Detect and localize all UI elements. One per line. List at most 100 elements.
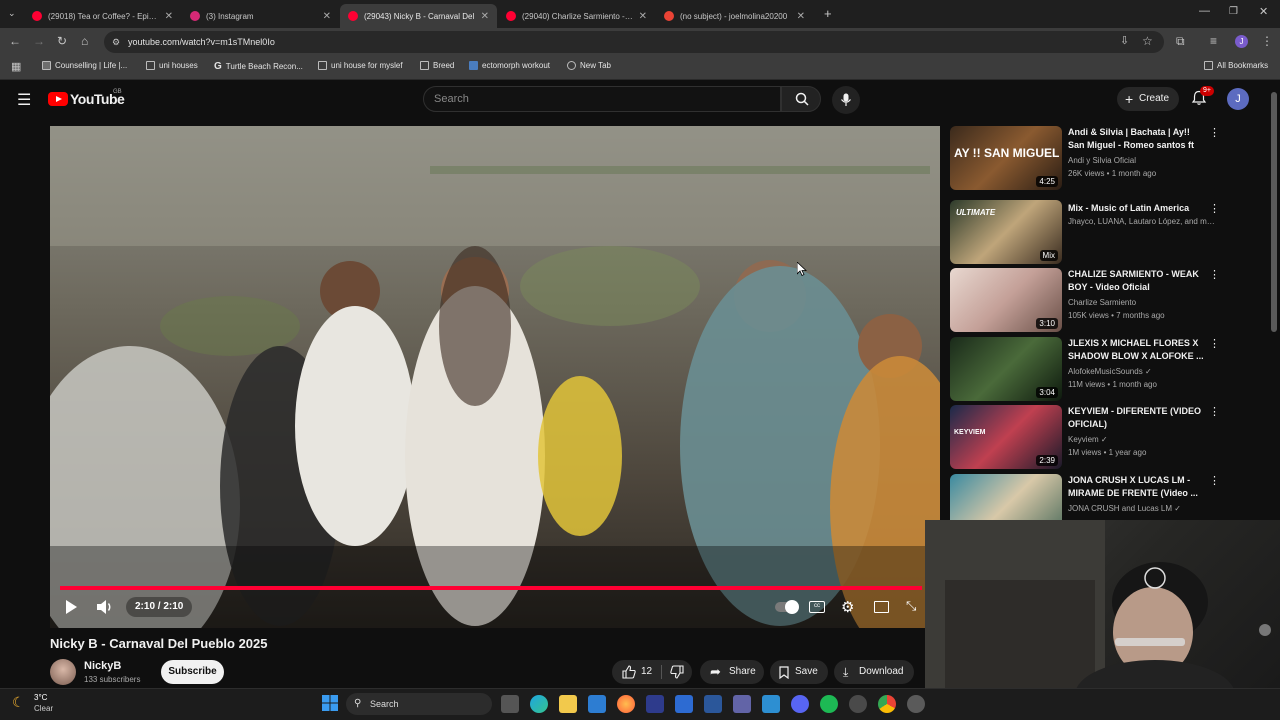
bookmark-folder[interactable]: uni houses: [146, 61, 198, 70]
address-bar[interactable]: ⚙ youtube.com/watch?v=m1sTMnel0Io: [104, 31, 1164, 53]
page-scrollbar[interactable]: [1271, 92, 1277, 332]
taskbar-search[interactable]: ⚲ Search: [346, 693, 492, 715]
recommendation-item[interactable]: JONA CRUSH X LUCAS LM - MIRAME DE FRENTE…: [950, 474, 1280, 520]
recommendation-channel[interactable]: Charlize Sarmiento: [1068, 298, 1218, 307]
remote-desktop-icon[interactable]: [762, 695, 780, 713]
video-thumbnail[interactable]: KEYVIEM 2:39: [950, 405, 1062, 469]
video-thumbnail[interactable]: AY !! SAN MIGUEL 4:25: [950, 126, 1062, 190]
browser-tab[interactable]: (29040) Charlize Sarmiento - Yo ✕: [498, 4, 655, 28]
hamburger-menu-icon[interactable]: ☰: [17, 90, 31, 110]
bookmark-item[interactable]: New Tab: [567, 61, 611, 70]
recommendation-title[interactable]: KEYVIEM - DIFERENTE (VIDEO OFICIAL): [1068, 405, 1206, 431]
autoplay-toggle[interactable]: [775, 600, 799, 614]
new-tab-plus-icon[interactable]: +: [824, 6, 832, 21]
settings-gear-icon[interactable]: ⚙: [841, 598, 854, 616]
install-app-icon[interactable]: ⇩: [1120, 34, 1129, 48]
store-icon[interactable]: [588, 695, 606, 713]
share-button[interactable]: ➦ Share: [700, 660, 764, 684]
app-b-icon[interactable]: [646, 695, 664, 713]
close-window-icon[interactable]: ✕: [1259, 5, 1268, 18]
video-thumbnail[interactable]: 3:10: [950, 268, 1062, 332]
bookmark-folder[interactable]: Breed: [420, 61, 454, 70]
bookmark-item[interactable]: ectomorph workout: [469, 61, 550, 70]
close-tab-icon[interactable]: ✕: [323, 11, 331, 22]
theater-mode-button[interactable]: [874, 601, 889, 613]
browser-tab[interactable]: (29018) Tea or Coffee? - Episode ✕: [24, 4, 181, 28]
video-thumbnail[interactable]: ULTIMATE Mix: [950, 200, 1062, 264]
task-view-icon[interactable]: [501, 695, 519, 713]
word-icon[interactable]: [704, 695, 722, 713]
download-button[interactable]: ⤓ Download: [834, 660, 914, 684]
file-explorer-icon[interactable]: [559, 695, 577, 713]
close-tab-icon[interactable]: ✕: [639, 11, 647, 22]
recommendation-item[interactable]: ULTIMATE Mix Mix - Music of Latin Americ…: [950, 200, 1280, 264]
fullscreen-icon[interactable]: ⤡: [906, 598, 916, 614]
recommendation-title[interactable]: JONA CRUSH X LUCAS LM - MIRAME DE FRENTE…: [1068, 474, 1206, 500]
dislike-button[interactable]: [662, 660, 692, 684]
recommendation-channel[interactable]: Andi y Silvia Oficial: [1068, 156, 1218, 165]
back-arrow-icon[interactable]: ←: [9, 34, 21, 48]
more-options-icon[interactable]: ⋮: [1209, 268, 1220, 281]
recommendation-item[interactable]: AY !! SAN MIGUEL 4:25 Andi & Silvia | Ba…: [950, 126, 1280, 190]
recommendation-title[interactable]: CHALIZE SARMIENTO - WEAK BOY - Video Ofi…: [1068, 268, 1206, 294]
chrome-icon[interactable]: [878, 695, 896, 713]
save-button[interactable]: Save: [770, 660, 828, 684]
tab-search-icon[interactable]: ⌄: [8, 8, 16, 19]
extensions-icon[interactable]: ⧉: [1176, 34, 1185, 48]
apps-grid-icon[interactable]: ▦: [11, 60, 21, 73]
browser-tab[interactable]: (no subject) - joelmolina20200 ✕: [656, 4, 813, 28]
play-button[interactable]: [64, 599, 80, 615]
recommendation-channel[interactable]: AlofokeMusicSounds ✓: [1068, 367, 1218, 376]
windows-start-button[interactable]: [322, 695, 340, 713]
teams-icon[interactable]: [733, 695, 751, 713]
subscribe-button[interactable]: Subscribe: [161, 660, 224, 684]
recommendation-item[interactable]: 3:04 JLEXIS X MICHAEL FLORES X SHADOW BL…: [950, 337, 1280, 401]
close-tab-icon[interactable]: ✕: [797, 11, 805, 22]
bookmark-folder[interactable]: uni house for myslef: [318, 61, 403, 70]
more-options-icon[interactable]: ⋮: [1209, 474, 1220, 487]
video-thumbnail[interactable]: [950, 474, 1062, 520]
more-options-icon[interactable]: ⋮: [1209, 405, 1220, 418]
more-options-icon[interactable]: ⋮: [1209, 202, 1220, 215]
close-tab-icon[interactable]: ✕: [165, 11, 173, 22]
channel-avatar[interactable]: [50, 659, 76, 685]
voice-search-button[interactable]: [832, 86, 860, 114]
steam-icon[interactable]: [849, 695, 867, 713]
channel-name[interactable]: NickyB: [84, 660, 121, 672]
video-player[interactable]: [50, 126, 940, 628]
notifications-button[interactable]: 9+: [1191, 86, 1214, 108]
account-avatar[interactable]: J: [1227, 88, 1249, 110]
vpn-icon[interactable]: [675, 695, 693, 713]
firefox-icon[interactable]: [617, 695, 635, 713]
forward-arrow-icon[interactable]: →: [33, 34, 45, 48]
subtitles-button[interactable]: cc: [809, 601, 825, 613]
recommendation-item[interactable]: 3:10 CHALIZE SARMIENTO - WEAK BOY - Vide…: [950, 268, 1280, 332]
recommendation-channel[interactable]: JONA CRUSH and Lucas LM ✓: [1068, 504, 1218, 513]
site-info-icon[interactable]: ⚙: [112, 31, 120, 53]
more-options-icon[interactable]: ⋮: [1209, 337, 1220, 350]
browser-tab[interactable]: (29043) Nicky B - Carnaval Del ✕: [340, 4, 497, 28]
bookmark-star-icon[interactable]: ☆: [1142, 34, 1153, 48]
progress-bar[interactable]: [60, 586, 922, 590]
more-options-icon[interactable]: ⋮: [1209, 126, 1220, 139]
profile-avatar[interactable]: J: [1235, 35, 1248, 48]
settings-app-icon[interactable]: [907, 695, 925, 713]
create-button[interactable]: + Create: [1117, 87, 1179, 111]
browser-menu-icon[interactable]: ⋮: [1261, 34, 1273, 48]
recommendation-title[interactable]: JLEXIS X MICHAEL FLORES X SHADOW BLOW X …: [1068, 337, 1206, 363]
recommendation-item[interactable]: KEYVIEM 2:39 KEYVIEM - DIFERENTE (VIDEO …: [950, 405, 1280, 469]
maximize-window-icon[interactable]: ❐: [1229, 6, 1238, 17]
media-controls-icon[interactable]: ≡: [1210, 34, 1217, 48]
volume-button[interactable]: [96, 599, 114, 615]
recommendation-title[interactable]: Andi & Silvia | Bachata | Ay!! San Migue…: [1068, 126, 1206, 152]
recommendation-channel[interactable]: Jhayco, LUANA, Lautaro López, and more: [1068, 217, 1218, 226]
like-button[interactable]: 12: [612, 660, 660, 684]
all-bookmarks-button[interactable]: All Bookmarks: [1204, 61, 1268, 70]
search-input[interactable]: Search: [423, 86, 781, 112]
reload-icon[interactable]: ↻: [57, 34, 67, 48]
close-tab-icon[interactable]: ✕: [481, 11, 489, 22]
spotify-icon[interactable]: [820, 695, 838, 713]
discord-icon[interactable]: [791, 695, 809, 713]
recommendation-title[interactable]: Mix - Music of Latin America: [1068, 202, 1206, 215]
edge-browser-icon[interactable]: [530, 695, 548, 713]
